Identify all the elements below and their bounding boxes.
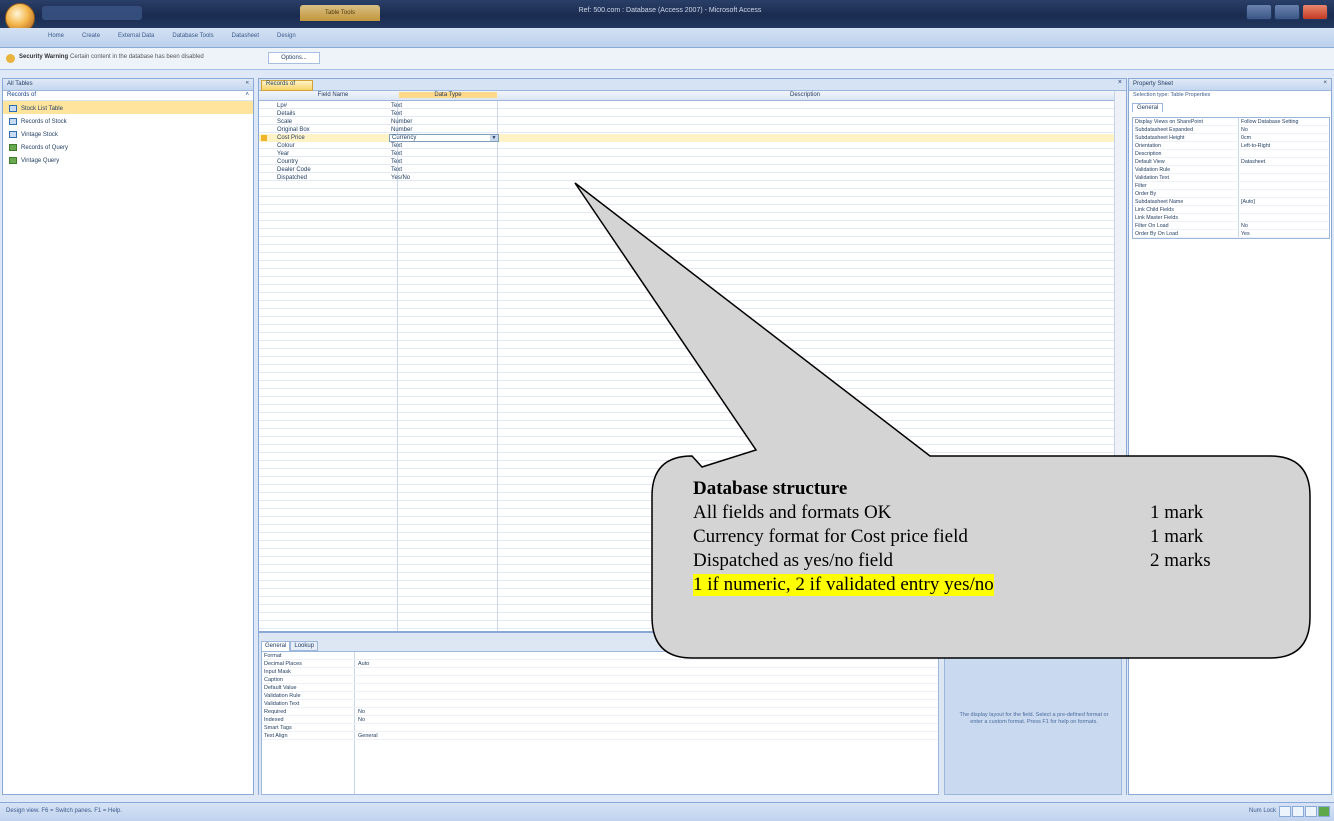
- callout-marks: 1 mark: [1150, 526, 1204, 547]
- callout-shape: [574, 182, 1311, 659]
- callout-line: Currency format for Cost price field: [693, 526, 968, 547]
- callout-note-highlighted: 1 if numeric, 2 if validated entry yes/n…: [693, 574, 994, 596]
- callout-title: Database structure: [693, 478, 848, 499]
- callout-marks: 2 marks: [1150, 550, 1211, 571]
- callout-line: Dispatched as yes/no field: [693, 550, 893, 571]
- callout-line: All fields and formats OK: [693, 502, 892, 523]
- callout-marks: 1 mark: [1150, 502, 1204, 523]
